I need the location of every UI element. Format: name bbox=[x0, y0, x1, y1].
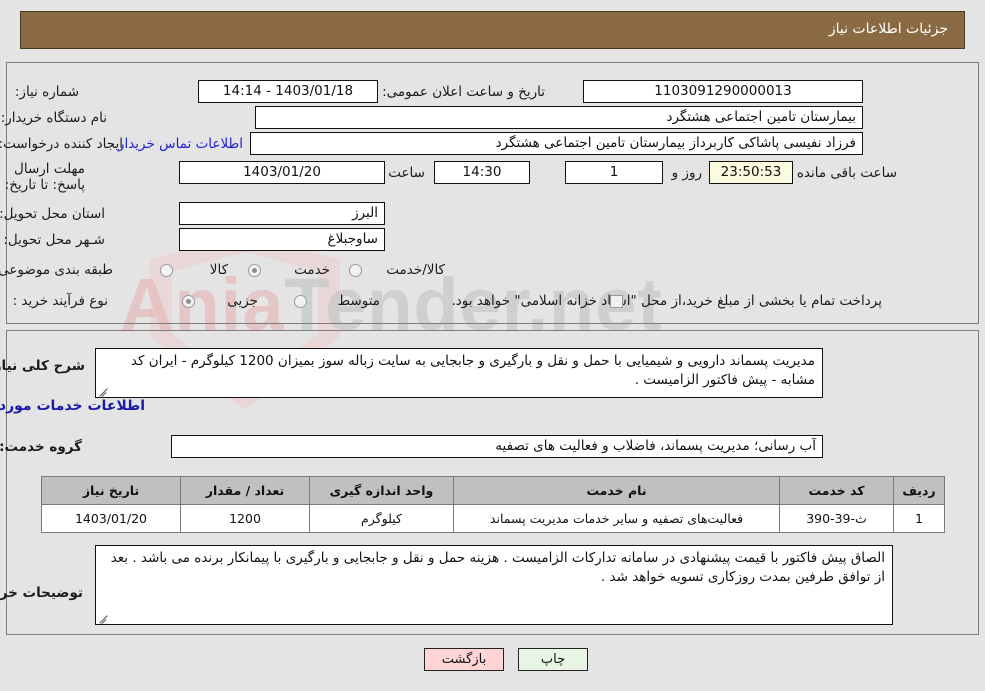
category-radio-khedmat[interactable] bbox=[248, 264, 261, 277]
resize-grip-icon[interactable] bbox=[99, 386, 109, 396]
process-radio-motavaset[interactable] bbox=[294, 295, 307, 308]
page-root: AniaTender.net جزئیات اطلاعات نیاز شماره… bbox=[0, 0, 985, 691]
col-header-unit: واحد اندازه گیری bbox=[309, 476, 454, 505]
buyer-org-value: بیمارستان تامین اجتماعی هشتگرد bbox=[255, 106, 863, 129]
category-label: طبقه بندی موضوعی: bbox=[0, 262, 113, 278]
cell-name: فعالیت‌های تصفیه و سایر خدمات مدیریت پسم… bbox=[453, 504, 780, 533]
col-header-code: کد خدمت bbox=[779, 476, 894, 505]
deadline-date-value: 1403/01/20 bbox=[179, 161, 385, 184]
service-group-value: آب رسانی؛ مدیریت پسماند، فاضلاب و فعالیت… bbox=[171, 435, 823, 458]
services-table: ردیف کد خدمت نام خدمت واحد اندازه گیری ت… bbox=[41, 476, 945, 533]
description-text: مدیریت پسماند دارویی و شیمیایی با حمل و … bbox=[130, 353, 815, 388]
category-option-label-1: خدمت bbox=[294, 262, 330, 278]
announce-datetime-value: 1403/01/18 - 14:14 bbox=[198, 80, 378, 103]
page-title: جزئیات اطلاعات نیاز bbox=[828, 21, 948, 37]
category-option-label-2: کالا/خدمت bbox=[386, 262, 445, 278]
remaining-days-value: 1 bbox=[565, 161, 663, 184]
cell-date: 1403/01/20 bbox=[41, 504, 181, 533]
city-label: شـهر محل تحویل: bbox=[3, 232, 105, 248]
deadline-label: مهلت ارسال پاسخ: تا تاریخ: bbox=[4, 161, 85, 193]
treasury-bond-checkbox[interactable] bbox=[610, 295, 623, 308]
services-section-heading: اطلاعات خدمات مورد نیاز bbox=[0, 398, 145, 414]
category-radio-kala-khedmat[interactable] bbox=[349, 264, 362, 277]
cell-quantity: 1200 bbox=[180, 504, 310, 533]
col-header-name: نام خدمت bbox=[453, 476, 780, 505]
province-label: استان محل تحویل: bbox=[0, 206, 105, 222]
print-button[interactable]: چاپ bbox=[518, 648, 588, 671]
table-row: 1 ث-39-390 فعالیت‌های تصفیه و سایر خدمات… bbox=[41, 504, 945, 533]
page-header-bar: جزئیات اطلاعات نیاز bbox=[20, 11, 965, 49]
service-group-label: گروه خدمت: bbox=[0, 439, 82, 455]
cell-code: ث-39-390 bbox=[779, 504, 894, 533]
process-radio-jozi[interactable] bbox=[182, 295, 195, 308]
announce-datetime-label: تاریخ و ساعت اعلان عمومی: bbox=[382, 84, 545, 100]
category-radio-kala[interactable] bbox=[160, 264, 173, 277]
deadline-hour-value: 14:30 bbox=[434, 161, 530, 184]
cell-radif: 1 bbox=[893, 504, 945, 533]
remaining-days-label: روز و bbox=[671, 165, 702, 181]
buyer-org-label: نام دستگاه خریدار: bbox=[0, 110, 107, 126]
deadline-hour-label: ساعت bbox=[388, 165, 425, 181]
cell-unit: کیلوگرم bbox=[309, 504, 454, 533]
buyer-notes-label: توضیحات خریدار: bbox=[0, 585, 83, 601]
city-value: ساوجبلاغ bbox=[179, 228, 385, 251]
province-value: البرز bbox=[179, 202, 385, 225]
back-button[interactable]: بازگشت bbox=[424, 648, 504, 671]
creator-label: ایجاد کننده درخواست: bbox=[0, 136, 123, 152]
remaining-time-label: ساعت باقی مانده bbox=[796, 165, 897, 181]
process-label: نوع فرآیند خرید : bbox=[12, 293, 108, 309]
col-header-date: تاریخ نیاز bbox=[41, 476, 181, 505]
need-number-label: شماره نیاز: bbox=[14, 84, 79, 100]
col-header-qty: تعداد / مقدار bbox=[180, 476, 310, 505]
buyer-contact-link[interactable]: اطلاعات تماس خریدار bbox=[118, 136, 243, 152]
creator-value: فرزاد نفیسی پاشاکی کاربرداز بیمارستان تا… bbox=[250, 132, 863, 155]
process-option-label-1: متوسط bbox=[337, 293, 380, 309]
process-option-label-0: جزیی bbox=[227, 293, 258, 309]
treasury-bond-text: پرداخت تمام یا بخشی از مبلغ خرید،از محل … bbox=[451, 293, 882, 309]
table-header-row: ردیف کد خدمت نام خدمت واحد اندازه گیری ت… bbox=[41, 476, 945, 505]
description-textarea[interactable]: مدیریت پسماند دارویی و شیمیایی با حمل و … bbox=[95, 348, 823, 398]
buyer-notes-text: الصاق پیش فاکتور با قیمت پیشنهادی در سام… bbox=[110, 550, 885, 585]
resize-grip-icon-2[interactable] bbox=[99, 613, 109, 623]
description-label: شرح کلی نیاز: bbox=[0, 358, 85, 374]
remaining-time-value: 23:50:53 bbox=[709, 161, 793, 184]
category-option-label-0: کالا bbox=[209, 262, 228, 278]
buyer-notes-textarea[interactable]: الصاق پیش فاکتور با قیمت پیشنهادی در سام… bbox=[95, 545, 893, 625]
need-number-value: 1103091290000013 bbox=[583, 80, 863, 103]
col-header-radif: ردیف bbox=[893, 476, 945, 505]
